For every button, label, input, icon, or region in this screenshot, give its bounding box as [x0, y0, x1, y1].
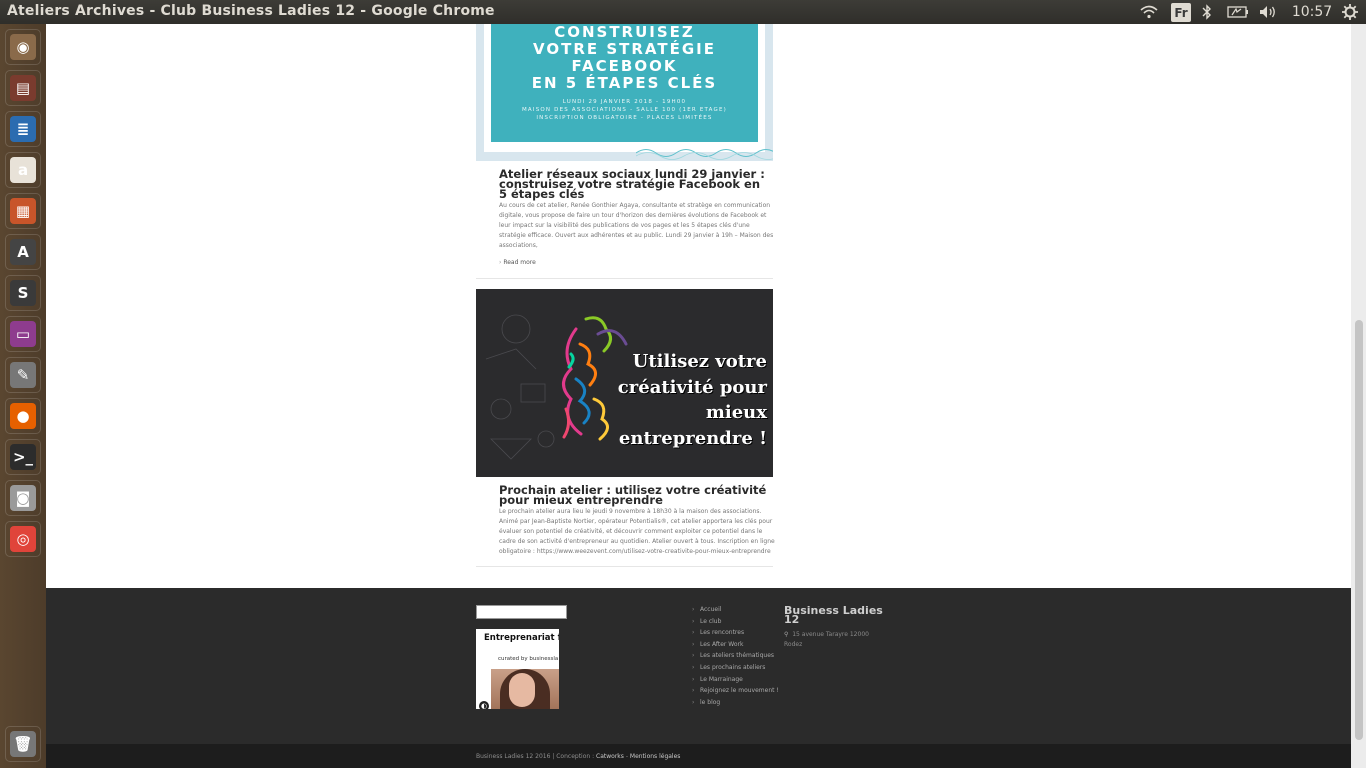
- ubuntu-dash-launcher-button[interactable]: ◉: [5, 29, 41, 65]
- copyright-text: Business Ladies 12 2016 | Conception :: [476, 753, 597, 760]
- amazon-launcher-button[interactable]: a: [5, 152, 41, 188]
- widget-logo-icon: ◐: [479, 701, 489, 709]
- footer-menu: Accueil Le club Les rencontres Les After Wo…: [692, 605, 782, 709]
- quote-line: entreprendre !: [618, 427, 767, 449]
- post-excerpt: Le prochain atelier aura lieu le jeudi 9…: [499, 508, 775, 555]
- footer-menu-item[interactable]: Les prochains ateliers: [692, 663, 782, 672]
- post-title[interactable]: Prochain atelier : utilisez votre créati…: [499, 484, 769, 506]
- banner-line: CONSTRUISEZ: [554, 24, 695, 41]
- camera-icon: ◙: [10, 485, 36, 511]
- post-divider: [476, 566, 773, 567]
- quote-line: mieux: [705, 402, 767, 423]
- read-more-label: Read more: [503, 259, 536, 266]
- page-scrollbar[interactable]: [1351, 24, 1366, 768]
- files-icon: ▤: [10, 75, 36, 101]
- libreoffice-writer-launcher-button[interactable]: ≣: [5, 111, 41, 147]
- catworks-link[interactable]: Catworks: [596, 753, 624, 760]
- site-footer: Entreprenariat fér curated by businessla…: [46, 588, 1351, 744]
- thumbnail-banner: CONSTRUISEZ VOTRE STRATÉGIE FACEBOOK EN …: [491, 24, 758, 142]
- footer-menu-item[interactable]: le blog: [692, 698, 782, 707]
- sublime-text-icon: S: [10, 280, 36, 306]
- decorative-wave: [636, 149, 773, 160]
- footer-address: ⚲ 15 avenue Tarayre 12000 Rodez: [784, 630, 884, 650]
- camera-launcher-button[interactable]: ◙: [5, 480, 41, 516]
- widget-subtitle: curated by businessla: [498, 656, 559, 662]
- sublime-text-launcher-button[interactable]: S: [5, 275, 41, 311]
- volume-icon[interactable]: [1258, 0, 1280, 24]
- keyboard-layout-indicator[interactable]: Fr: [1171, 3, 1191, 22]
- firefox-launcher-button[interactable]: ●: [5, 398, 41, 434]
- libreoffice-impress-icon: ▦: [10, 198, 36, 224]
- libreoffice-writer-icon: ≣: [10, 116, 36, 142]
- session-gear-icon[interactable]: [1340, 0, 1360, 24]
- trash-launcher-button[interactable]: 🗑: [5, 726, 41, 762]
- battery-icon[interactable]: [1226, 0, 1250, 24]
- window-title: Ateliers Archives - Club Business Ladies…: [7, 3, 495, 19]
- widget-title: Entreprenariat fér: [484, 633, 559, 643]
- curated-widget[interactable]: Entreprenariat fér curated by businessla…: [476, 629, 559, 709]
- footer-menu-item[interactable]: Les After Work: [692, 640, 782, 649]
- wifi-icon[interactable]: [1138, 0, 1160, 24]
- quote-line: Utilisez votre: [632, 351, 767, 372]
- footer-copyright: Business Ladies 12 2016 | Conception : C…: [476, 753, 680, 760]
- thumbnail-quote: Utilisez votre créativité pour mieux ent…: [567, 349, 767, 451]
- app-window-icon: ▭: [10, 321, 36, 347]
- footer-menu-item[interactable]: Les rencontres: [692, 628, 782, 637]
- banner-detail: LUNDI 29 JANVIER 2018 - 19H00: [562, 99, 687, 105]
- software-updater-launcher-button[interactable]: A: [5, 234, 41, 270]
- terminal-launcher-button[interactable]: >_: [5, 439, 41, 475]
- banner-line: FACEBOOK: [571, 57, 678, 75]
- top-panel: Ateliers Archives - Club Business Ladies…: [0, 0, 1366, 24]
- trash-icon: 🗑: [10, 731, 36, 757]
- banner-line: VOTRE STRATÉGIE: [533, 40, 716, 58]
- chrome-icon: ◎: [10, 526, 36, 552]
- widget-photo-face: [509, 673, 535, 707]
- address-text: 15 avenue Tarayre 12000 Rodez: [784, 631, 869, 648]
- footer-menu-item[interactable]: Rejoignez le mouvement !: [692, 686, 782, 695]
- scrollbar-thumb[interactable]: [1355, 320, 1363, 740]
- web-page: CONSTRUISEZ VOTRE STRATÉGIE FACEBOOK EN …: [46, 24, 1351, 768]
- footer-menu-item[interactable]: Le Marrainage: [692, 675, 782, 684]
- files-launcher-button[interactable]: ▤: [5, 70, 41, 106]
- chrome-launcher-button[interactable]: ◎: [5, 521, 41, 557]
- system-settings-icon: ✎: [10, 362, 36, 388]
- firefox-icon: ●: [10, 403, 36, 429]
- terminal-icon: >_: [10, 444, 36, 470]
- ubuntu-dash-icon: ◉: [10, 34, 36, 60]
- quote-line: créativité pour: [617, 376, 767, 398]
- bluetooth-icon[interactable]: [1199, 0, 1215, 24]
- banner-line: EN 5 ÉTAPES CLÉS: [531, 74, 718, 92]
- launcher: ◉ ▤ ≣ a ▦ A S ▭ ✎ ● >_ ◙ ◎ 🗑: [0, 24, 46, 768]
- footer-menu-item[interactable]: Le club: [692, 617, 782, 626]
- app-window-launcher-button[interactable]: ▭: [5, 316, 41, 352]
- post-divider: [476, 278, 773, 279]
- read-more-link[interactable]: › Read more: [499, 259, 536, 266]
- footer-menu-item[interactable]: Accueil: [692, 605, 782, 614]
- amazon-icon: a: [10, 157, 36, 183]
- libreoffice-impress-launcher-button[interactable]: ▦: [5, 193, 41, 229]
- post-excerpt: Au cours de cet atelier, Renée Gonthier …: [499, 202, 774, 249]
- banner-detail: MAISON DES ASSOCIATIONS - SALLE 100 (1ER…: [521, 107, 728, 113]
- post-thumbnail[interactable]: CONSTRUISEZ VOTRE STRATÉGIE FACEBOOK EN …: [476, 24, 773, 161]
- post-title[interactable]: Atelier réseaux sociaux lundi 29 janvier…: [499, 168, 769, 200]
- clock[interactable]: 10:57: [1292, 0, 1332, 24]
- legal-link[interactable]: Mentions légales: [630, 753, 681, 760]
- post-thumbnail[interactable]: Utilisez votre créativité pour mieux ent…: [476, 289, 773, 477]
- software-updater-icon: A: [10, 239, 36, 265]
- system-settings-launcher-button[interactable]: ✎: [5, 357, 41, 393]
- map-pin-icon: ⚲: [784, 631, 793, 638]
- footer-brand: Business Ladies 12: [784, 604, 883, 626]
- footer-search-input[interactable]: [476, 605, 567, 619]
- footer-menu-item[interactable]: Les ateliers thématiques: [692, 651, 782, 660]
- footer-bottom-bar: [46, 744, 1351, 768]
- banner-detail: INSCRIPTION OBLIGATOIRE - PLACES LIMITÉE…: [536, 115, 713, 121]
